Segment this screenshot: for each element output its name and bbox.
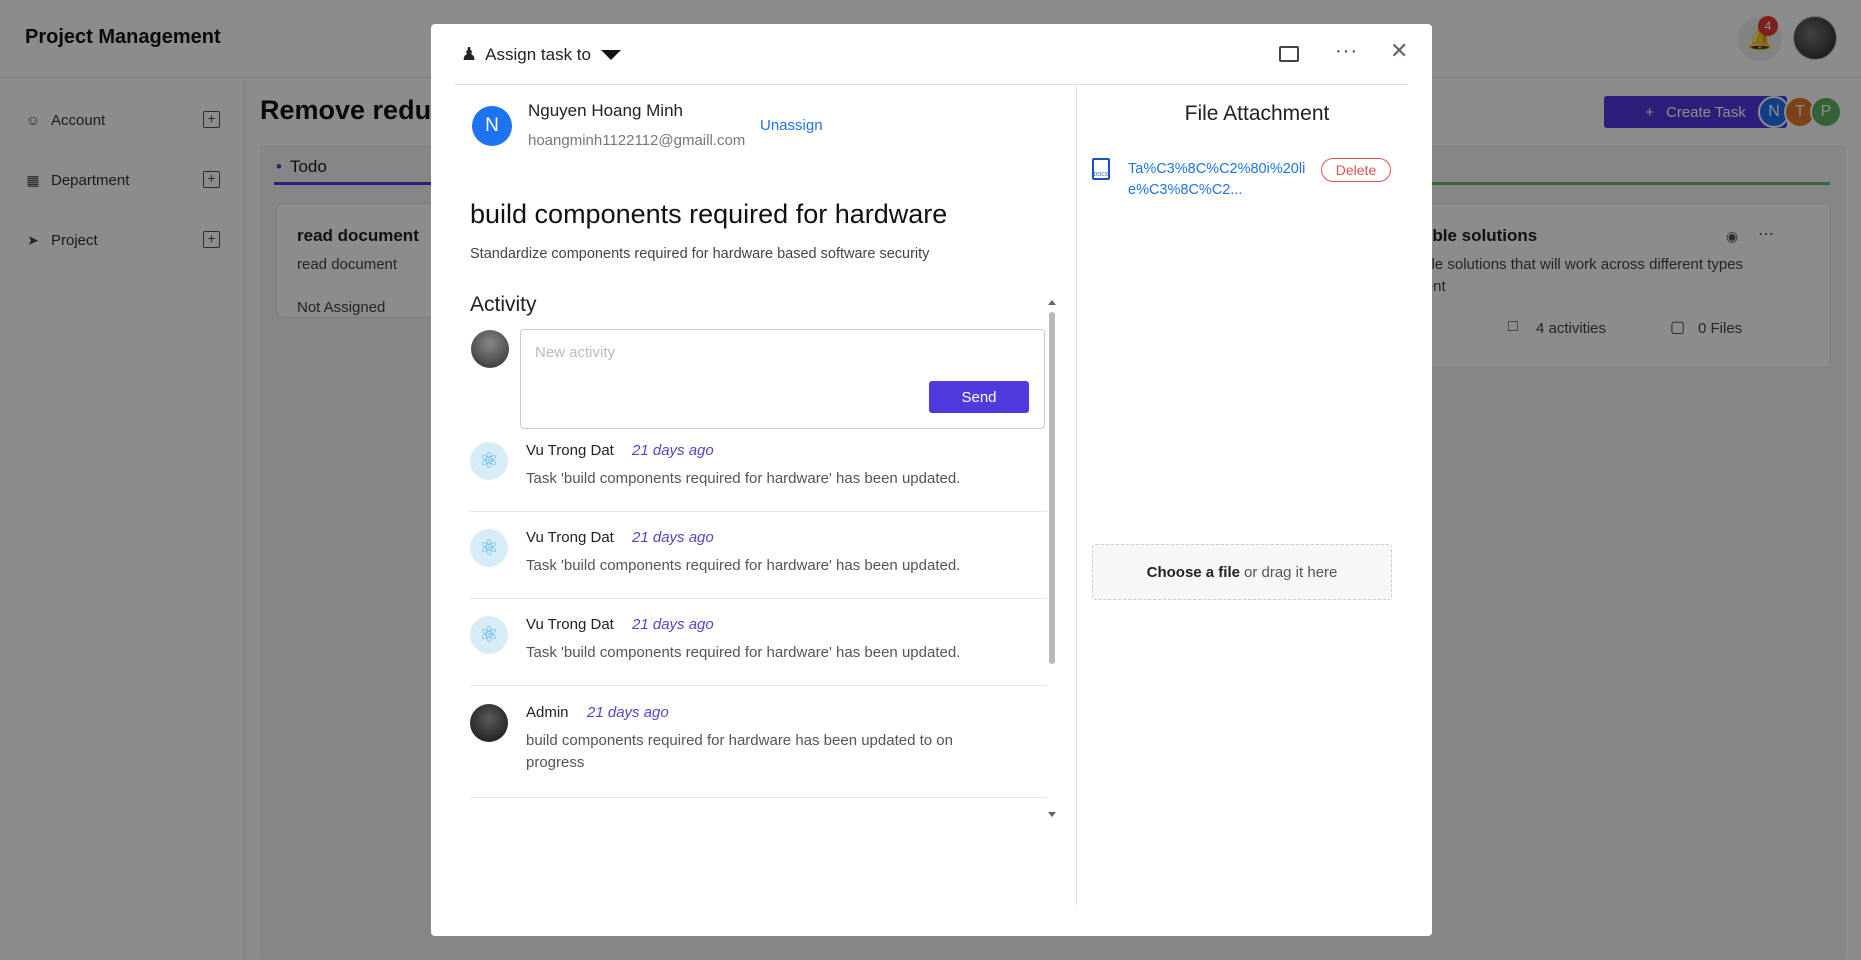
- new-activity-input[interactable]: [535, 344, 935, 361]
- activity-item: ⚛ Vu Trong Dat 21 days ago Task 'build c…: [470, 442, 1047, 512]
- activity-time: 21 days ago: [632, 616, 714, 633]
- activity-scrollbar[interactable]: [1047, 300, 1057, 817]
- close-icon[interactable]: ✕: [1390, 38, 1408, 64]
- unassign-link[interactable]: Unassign: [760, 117, 823, 134]
- assignee-avatar: N: [472, 106, 512, 146]
- folder-icon[interactable]: [1279, 46, 1299, 62]
- activity-author: Admin: [526, 704, 569, 721]
- react-logo-icon: ⚛: [470, 616, 508, 654]
- task-title[interactable]: build components required for hardware: [470, 199, 947, 230]
- scroll-up-arrow-icon[interactable]: [1048, 300, 1056, 305]
- assignee-email: hoangminh1122112@gmaill.com: [528, 132, 746, 149]
- current-user-avatar: [471, 330, 509, 368]
- activity-message: Task 'build components required for hard…: [526, 557, 961, 574]
- assign-label: Assign task to: [485, 44, 591, 64]
- send-button[interactable]: Send: [929, 381, 1029, 413]
- activity-time: 21 days ago: [632, 529, 714, 546]
- add-user-icon: ♟: [461, 44, 478, 64]
- activity-author: Vu Trong Dat: [526, 442, 614, 459]
- chevron-down-icon: [600, 49, 621, 60]
- activity-time: 21 days ago: [587, 704, 669, 721]
- activity-message: build components required for hardware h…: [526, 732, 953, 771]
- activity-author: Vu Trong Dat: [526, 529, 614, 546]
- delete-attachment-button[interactable]: Delete: [1321, 158, 1391, 182]
- more-icon[interactable]: ···: [1335, 40, 1358, 63]
- activity-heading: Activity: [470, 293, 537, 316]
- admin-avatar: [470, 704, 508, 742]
- task-detail-modal: ♟ Assign task to ··· ✕ N Nguyen Hoang Mi…: [431, 24, 1432, 936]
- activity-message: Task 'build components required for hard…: [526, 470, 961, 487]
- task-description[interactable]: Standardize components required for hard…: [470, 246, 929, 262]
- activity-item: ⚛ Vu Trong Dat 21 days ago Task 'build c…: [470, 616, 1047, 686]
- choose-file-label: Choose a file: [1146, 563, 1240, 581]
- activity-message: Task 'build components required for hard…: [526, 644, 961, 661]
- modal-header: ♟ Assign task to ··· ✕: [455, 24, 1408, 85]
- activity-time: 21 days ago: [632, 442, 714, 459]
- docx-file-icon: DOCX: [1092, 158, 1110, 180]
- activity-composer: Send: [520, 329, 1045, 429]
- react-logo-icon: ⚛: [470, 529, 508, 567]
- assignee-name: Nguyen Hoang Minh: [528, 101, 683, 120]
- scroll-thumb[interactable]: [1049, 312, 1055, 664]
- activity-item: ⚛ Vu Trong Dat 21 days ago Task 'build c…: [470, 529, 1047, 599]
- drag-hint-label: or drag it here: [1243, 563, 1338, 581]
- activity-item: Admin 21 days ago build components requi…: [470, 704, 1047, 798]
- file-attachment-heading: File Attachment: [1184, 102, 1330, 125]
- assign-task-dropdown[interactable]: ♟ Assign task to: [461, 44, 621, 65]
- attachment-file-link[interactable]: Ta%C3%8C%C2%80i%20lie%C3%8C%C2...: [1128, 159, 1324, 201]
- file-dropzone[interactable]: Choose a file or drag it here: [1092, 544, 1392, 600]
- activity-author: Vu Trong Dat: [526, 616, 614, 633]
- react-logo-icon: ⚛: [470, 442, 508, 480]
- scroll-down-arrow-icon[interactable]: [1048, 812, 1056, 817]
- panel-divider: [1076, 86, 1077, 905]
